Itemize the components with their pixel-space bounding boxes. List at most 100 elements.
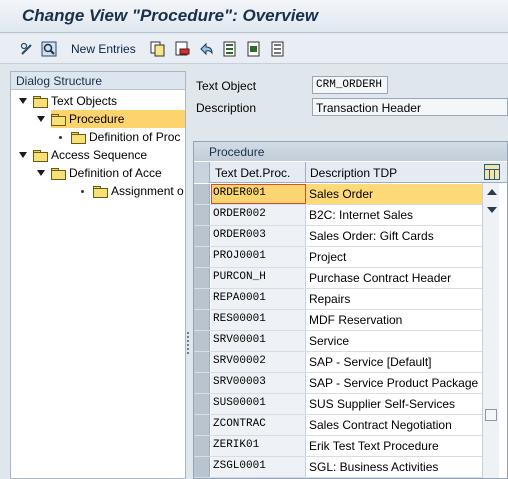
table-row[interactable]: PROJ0001 Project (194, 247, 482, 268)
row-selector[interactable] (194, 226, 210, 246)
bullet-icon (59, 135, 62, 139)
cell-text-det-proc[interactable]: SUS00001 (211, 394, 306, 414)
tree-item-definition-of-acce[interactable]: Definition of Acce (37, 164, 162, 182)
dialog-structure-header: Dialog Structure (11, 72, 185, 90)
find-icon[interactable] (40, 40, 58, 58)
scroll-down-icon[interactable] (487, 207, 497, 213)
tree-item-label: Procedure (69, 112, 125, 126)
row-selector[interactable] (194, 373, 210, 393)
tree-item-label: Definition of Proc (89, 130, 181, 144)
expand-triangle-icon[interactable] (19, 98, 27, 104)
scroll-thumb[interactable] (485, 409, 497, 421)
cell-text-det-proc[interactable]: ZCONTRAC (211, 415, 306, 435)
cell-description-tdp[interactable]: Erik Test Text Procedure (306, 436, 482, 456)
cell-description-tdp[interactable]: Service (306, 331, 482, 351)
page-title: Change View "Procedure": Overview (22, 6, 319, 25)
tree-item-access-sequence[interactable]: Access Sequence (19, 146, 147, 164)
column-header-description-tdp[interactable]: Description TDP (310, 166, 397, 180)
bullet-icon (81, 189, 84, 193)
row-selector[interactable] (194, 268, 210, 288)
cell-description-tdp[interactable]: SUS Supplier Self-Services (306, 394, 482, 414)
row-selector[interactable] (194, 415, 210, 435)
cell-description-tdp[interactable]: SAP - Service Product Package (306, 373, 482, 393)
table-row[interactable]: SRV00002 SAP - Service [Default] (194, 352, 482, 373)
table-row[interactable]: SUS00001 SUS Supplier Self-Services (194, 394, 482, 415)
table-row[interactable]: ORDER001 Sales Order (194, 184, 482, 205)
folder-icon (33, 96, 48, 108)
new-entries-button[interactable]: New Entries (71, 42, 136, 56)
description-label: Description (196, 101, 257, 115)
cell-description-tdp[interactable]: Sales Order (306, 184, 482, 204)
row-selector[interactable] (194, 310, 210, 330)
cell-text-det-proc[interactable]: ORDER003 (211, 226, 306, 246)
table-row[interactable]: ORDER003 Sales Order: Gift Cards (194, 226, 482, 247)
tree-item-text-objects[interactable]: Text Objects (19, 92, 185, 110)
row-selector[interactable] (194, 352, 210, 372)
row-selector[interactable] (194, 436, 210, 456)
cell-text-det-proc[interactable]: ORDER001 (211, 184, 306, 204)
cell-description-tdp[interactable]: Purchase Contract Header (306, 268, 482, 288)
folder-icon (93, 186, 108, 198)
folder-icon (51, 168, 66, 180)
folder-icon (33, 150, 48, 162)
table-row[interactable]: ORDER002 B2C: Internet Sales (194, 205, 482, 226)
cell-text-det-proc[interactable]: REPA0001 (211, 289, 306, 309)
table-row[interactable]: ZCONTRAC Sales Contract Negotiation (194, 415, 482, 436)
cell-text-det-proc[interactable]: ORDER002 (211, 205, 306, 225)
vertical-scrollbar[interactable] (482, 183, 499, 478)
cell-description-tdp[interactable]: Sales Contract Negotiation (306, 415, 482, 435)
scroll-up-icon[interactable] (487, 189, 497, 195)
cell-text-det-proc[interactable]: PROJ0001 (211, 247, 306, 267)
table-row[interactable]: ZERIK01 Erik Test Text Procedure (194, 436, 482, 457)
tree-item-label: Assignment o (111, 184, 184, 198)
row-selector[interactable] (194, 289, 210, 309)
folder-icon (71, 132, 86, 144)
cell-description-tdp[interactable]: Sales Order: Gift Cards (306, 226, 482, 246)
deselect-all-icon[interactable] (269, 40, 287, 58)
select-all-rows-button[interactable] (194, 162, 210, 183)
copy-icon[interactable] (149, 40, 167, 58)
select-all-icon[interactable] (221, 40, 239, 58)
tree-item-label: Definition of Acce (69, 166, 162, 180)
tree-item-label: Access Sequence (51, 148, 148, 162)
column-header-text-det-proc[interactable]: Text Det.Proc. (215, 166, 290, 180)
cell-text-det-proc[interactable]: PURCON_H (211, 268, 306, 288)
tree-item-procedure[interactable]: Procedure (37, 110, 185, 128)
cell-description-tdp[interactable]: B2C: Internet Sales (306, 205, 482, 225)
row-selector[interactable] (194, 184, 210, 204)
table-settings-icon[interactable] (484, 164, 500, 180)
cell-text-det-proc[interactable]: RES00001 (211, 310, 306, 330)
table-row[interactable]: RES00001 MDF Reservation (194, 310, 482, 331)
cell-description-tdp[interactable]: MDF Reservation (306, 310, 482, 330)
table-row[interactable]: REPA0001 Repairs (194, 289, 482, 310)
cell-text-det-proc[interactable]: SRV00001 (211, 331, 306, 351)
cell-text-det-proc[interactable]: SRV00003 (211, 373, 306, 393)
cell-description-tdp[interactable]: Repairs (306, 289, 482, 309)
expand-triangle-icon[interactable] (19, 152, 27, 158)
tree-item-definition-of-proc[interactable]: Definition of Proc (57, 128, 180, 146)
table-row[interactable]: PURCON_H Purchase Contract Header (194, 268, 482, 289)
table-row[interactable]: SRV00003 SAP - Service Product Package (194, 373, 482, 394)
cell-text-det-proc[interactable]: ZERIK01 (211, 436, 306, 456)
cell-description-tdp[interactable]: SGL: Business Activities (306, 457, 482, 477)
cell-text-det-proc[interactable]: ZSGL0001 (211, 457, 306, 477)
application-toolbar: New Entries (0, 34, 508, 64)
expand-triangle-icon[interactable] (37, 116, 45, 122)
glasses-pencil-icon[interactable] (18, 40, 36, 58)
row-selector[interactable] (194, 205, 210, 225)
table-row[interactable]: ZSGL0001 SGL: Business Activities (194, 457, 482, 478)
row-selector[interactable] (194, 457, 210, 477)
undo-icon[interactable] (197, 40, 215, 58)
table-row[interactable]: SRV00001 Service (194, 331, 482, 352)
delete-icon[interactable] (173, 40, 191, 58)
row-selector[interactable] (194, 331, 210, 351)
cell-description-tdp[interactable]: SAP - Service [Default] (306, 352, 482, 372)
cell-description-tdp[interactable]: Project (306, 247, 482, 267)
pane-splitter-handle[interactable] (186, 330, 190, 360)
select-block-icon[interactable] (245, 40, 263, 58)
tree-item-assignment[interactable]: Assignment o (79, 182, 184, 200)
row-selector[interactable] (194, 394, 210, 414)
row-selector[interactable] (194, 247, 210, 267)
cell-text-det-proc[interactable]: SRV00002 (211, 352, 306, 372)
expand-triangle-icon[interactable] (37, 170, 45, 176)
